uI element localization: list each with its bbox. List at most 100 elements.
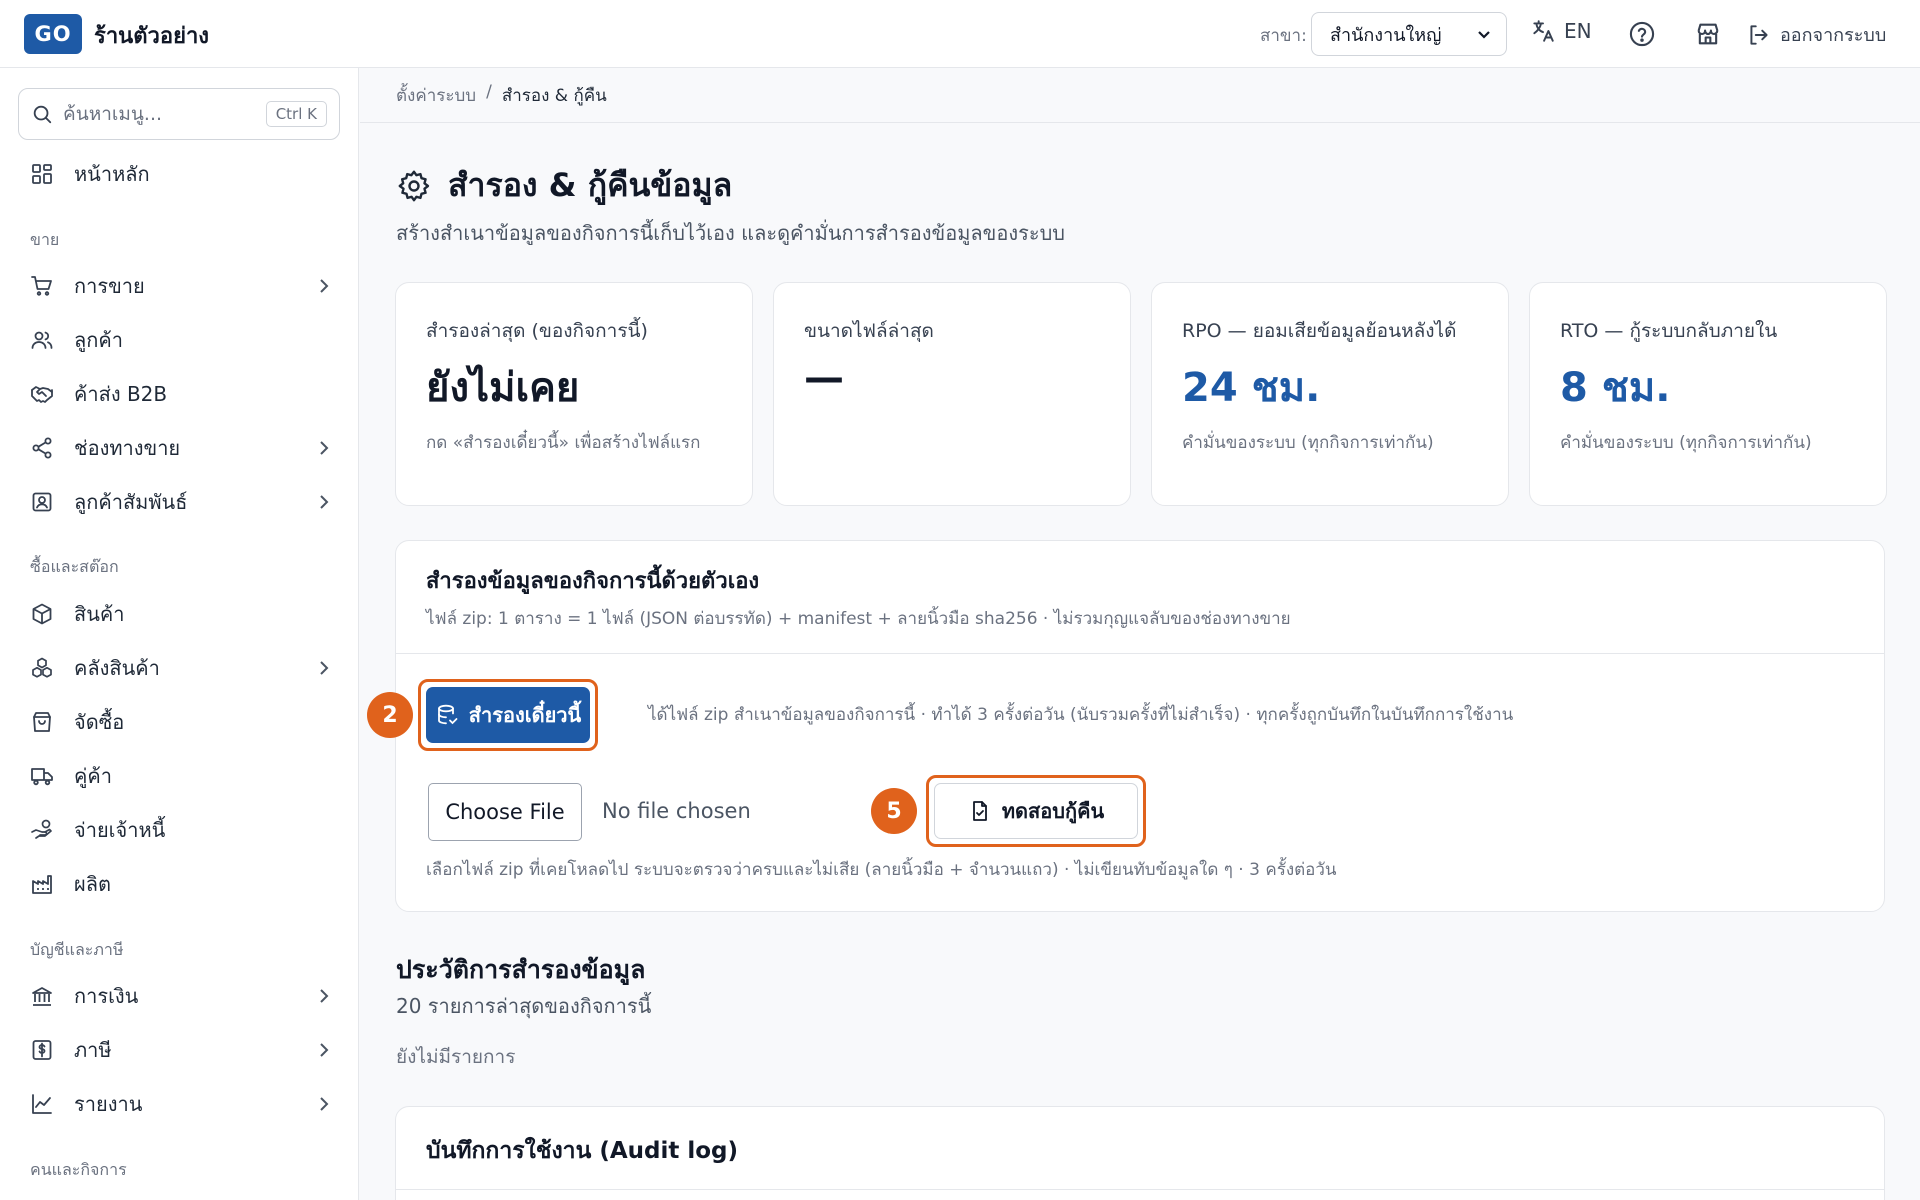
restore-help-text: เลือกไฟล์ zip ที่เคยโหลดไป ระบบจะตรวจว่า… [426, 860, 1337, 880]
search-shortcut: Ctrl K [265, 101, 327, 127]
sidebar-item-home[interactable]: หน้าหลัก [28, 154, 334, 194]
line-chart-icon [28, 1090, 56, 1118]
sidebar-item-label: ภาษี [74, 1038, 112, 1062]
stat-card-file-size: ขนาดไฟล์ล่าสุด — [773, 282, 1131, 506]
sidebar-item-warehouse[interactable]: คลังสินค้า [28, 648, 334, 688]
box-icon [28, 600, 56, 628]
sidebar-item-label: ค้าส่ง B2B [74, 382, 168, 406]
sidebar-item-partners[interactable]: คู่ค้า [28, 756, 334, 796]
stat-note: กด «สำรองเดี๋ยวนี้» เพื่อสร้างไฟล์แรก [426, 433, 701, 453]
stat-card-rto: RTO — กู้ระบบกลับภายใน 8 ชม. คำมั่นของระ… [1529, 282, 1887, 506]
sidebar-item-tax[interactable]: ภาษี [28, 1030, 334, 1070]
hand-coins-icon [28, 816, 56, 844]
sidebar-item-channels[interactable]: ช่องทางขาย [28, 428, 334, 468]
logout-icon [1750, 24, 1768, 45]
page-title-text: สำรอง & กู้คืนข้อมูล [448, 166, 733, 204]
users-icon [28, 326, 56, 354]
database-icon [437, 704, 458, 725]
sidebar-item-reports[interactable]: รายงาน [28, 1084, 334, 1124]
sidebar-item-label: ผลิต [74, 872, 111, 896]
section-label-purchasing: ซื้อและสต๊อก [30, 557, 119, 576]
sidebar-item-label: หน้าหลัก [74, 162, 150, 186]
sidebar-item-crm[interactable]: ลูกค้าสัมพันธ์ [28, 482, 334, 522]
sidebar-item-label: จ่ายเจ้าหนี้ [74, 818, 166, 842]
sidebar-item-label: ช่องทางขาย [74, 436, 181, 460]
stat-value: ยังไม่เคย [426, 365, 580, 411]
stat-label: สำรองล่าสุด (ของกิจการนี้) [426, 320, 648, 342]
branch-select[interactable]: สำนักงานใหญ่ [1311, 12, 1507, 56]
file-status: No file chosen [602, 799, 751, 823]
panel-subtitle: ไฟล์ zip: 1 ตาราง = 1 ไฟล์ (JSON ต่อบรรท… [426, 609, 1291, 629]
panel-divider [396, 1189, 1884, 1190]
page-title: สำรอง & กู้คืนข้อมูล [396, 160, 732, 211]
bank-icon [28, 982, 56, 1010]
stat-card-rpo: RPO — ยอมเสียข้อมูลย้อนหลังได้ 24 ชม. คำ… [1151, 282, 1509, 506]
top-bar: GO ร้านตัวอย่าง สาขา: สำนักงานใหญ่ EN ออ… [0, 0, 1920, 68]
shopping-bag-icon [28, 708, 56, 736]
branch-label: สาขา: [1260, 26, 1307, 46]
help-icon[interactable] [1628, 20, 1656, 52]
sidebar-item-finance[interactable]: การเงิน [28, 976, 334, 1016]
sidebar-item-label: คู่ค้า [74, 764, 112, 788]
sidebar-item-procurement[interactable]: จัดซื้อ [28, 702, 334, 742]
panel-title: สำรองข้อมูลของกิจการนี้ด้วยตัวเอง [426, 569, 760, 594]
factory-icon [28, 870, 56, 898]
history-title: ประวัติการสำรองข้อมูล [396, 955, 646, 984]
logout-label: ออกจากระบบ [1780, 25, 1887, 46]
chevron-right-icon [320, 1043, 329, 1057]
sidebar-item-label: ลูกค้าสัมพันธ์ [74, 490, 188, 514]
file-check-icon [972, 801, 987, 821]
sidebar: ค้นหาเมนู... Ctrl K หน้าหลัก ขาย การขาย … [0, 68, 359, 1200]
gear-icon [398, 170, 430, 201]
breadcrumb-parent[interactable]: ตั้งค่าระบบ [396, 82, 476, 109]
app-logo[interactable]: GO [24, 14, 82, 54]
sidebar-item-label: คลังสินค้า [74, 656, 160, 680]
sidebar-item-production[interactable]: ผลิต [28, 864, 334, 904]
translate-icon [1533, 20, 1554, 42]
chevron-right-icon [320, 989, 329, 1003]
sidebar-item-b2b[interactable]: ค้าส่ง B2B [28, 374, 334, 414]
sidebar-item-label: สินค้า [74, 602, 125, 626]
chevron-down-icon [1478, 31, 1490, 39]
breadcrumb-current: สำรอง & กู้คืน [501, 86, 607, 106]
stat-label: RPO — ยอมเสียข้อมูลย้อนหลังได้ [1182, 320, 1457, 342]
language-label: EN [1564, 19, 1592, 43]
backup-now-label: สำรองเดี๋ยวนี้ [468, 703, 582, 727]
breadcrumb-separator: / [486, 82, 492, 102]
sidebar-item-products[interactable]: สินค้า [28, 594, 334, 634]
boxes-icon [28, 654, 56, 682]
breadcrumb-divider [360, 122, 1920, 123]
branch-value: สำนักงานใหญ่ [1330, 24, 1442, 46]
truck-icon [28, 762, 56, 790]
test-restore-button[interactable]: ทดสอบกู้คืน [934, 783, 1138, 839]
panel-divider [396, 653, 1884, 654]
menu-search-input[interactable]: ค้นหาเมนู... Ctrl K [18, 88, 340, 140]
backup-help-text: ได้ไฟล์ zip สำเนาข้อมูลของกิจการนี้ · ทำ… [648, 705, 1514, 725]
chevron-right-icon [320, 1097, 329, 1111]
store-name: ร้านตัวอย่าง [94, 24, 210, 49]
storefront-icon[interactable] [1694, 20, 1722, 52]
sidebar-item-label: การขาย [74, 274, 145, 298]
section-label-accounting: บัญชีและภาษี [30, 940, 124, 959]
search-placeholder: ค้นหาเมนู... [63, 103, 163, 125]
chevron-right-icon [320, 279, 329, 293]
test-restore-label: ทดสอบกู้คืน [1001, 799, 1105, 823]
stat-value: 24 ชม. [1182, 365, 1321, 411]
breadcrumb: ตั้งค่าระบบ / สำรอง & กู้คืน [396, 82, 607, 109]
handshake-icon [28, 380, 56, 408]
logout-button[interactable]: ออกจากระบบ [1746, 20, 1886, 49]
chevron-right-icon [320, 441, 329, 455]
section-label-people: คนและกิจการ [30, 1160, 127, 1179]
choose-file-button[interactable]: Choose File [428, 783, 582, 841]
stat-note: คำมั่นของระบบ (ทุกกิจการเท่ากัน) [1182, 433, 1434, 453]
language-toggle[interactable]: EN [1530, 18, 1592, 44]
sidebar-item-customers[interactable]: ลูกค้า [28, 320, 334, 360]
chevron-right-icon [320, 661, 329, 675]
sidebar-item-sales[interactable]: การขาย [28, 266, 334, 306]
backup-now-button[interactable]: สำรองเดี๋ยวนี้ [426, 687, 590, 743]
receipt-dollar-icon [28, 1036, 56, 1064]
audit-log-panel: บันทึกการใช้งาน (Audit log) [395, 1106, 1885, 1200]
history-empty-state: ยังไม่มีรายการ [396, 1046, 516, 1068]
stat-note: คำมั่นของระบบ (ทุกกิจการเท่ากัน) [1560, 433, 1812, 453]
sidebar-item-payables[interactable]: จ่ายเจ้าหนี้ [28, 810, 334, 850]
